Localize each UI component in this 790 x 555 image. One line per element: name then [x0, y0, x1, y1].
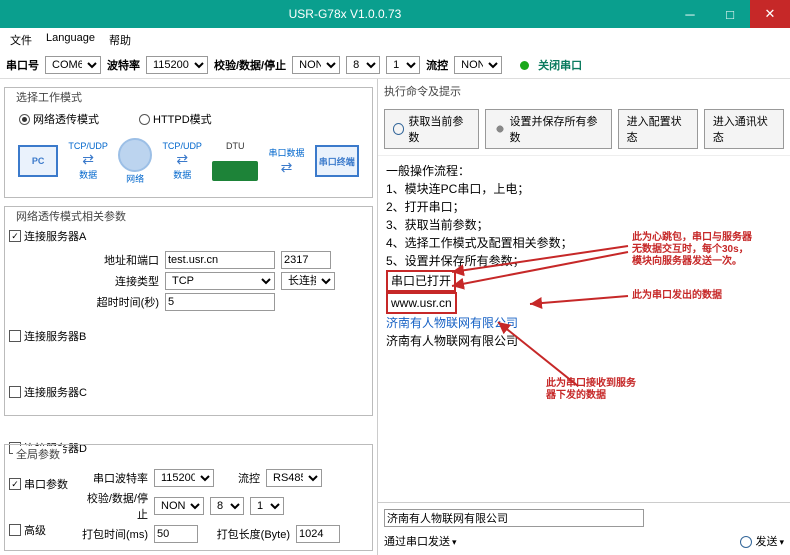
- g-db-select[interactable]: 8: [210, 497, 244, 515]
- recv-data: 济南有人物联网有限公司: [386, 332, 782, 350]
- annotation-2: 此为串口发出的数据: [632, 290, 722, 302]
- menu-language[interactable]: Language: [42, 30, 99, 50]
- globe-icon: [118, 138, 152, 172]
- menu-help[interactable]: 帮助: [105, 30, 135, 50]
- get-params-button[interactable]: 获取当前参数: [384, 109, 479, 149]
- g-baud-select[interactable]: 115200: [154, 469, 214, 487]
- send-button[interactable]: 发送: [755, 536, 777, 548]
- dtu-icon: [212, 161, 258, 181]
- radio-net-mode[interactable]: 网络透传模式: [19, 111, 99, 127]
- baud-select[interactable]: 115200: [146, 56, 208, 74]
- close-port-button[interactable]: 关闭串口: [538, 57, 582, 73]
- serial-params-check[interactable]: ✓串口参数: [9, 476, 68, 492]
- terminal-icon: 串口终端: [315, 145, 359, 177]
- flow-label: 流控: [426, 57, 448, 73]
- pkt-len-input[interactable]: [296, 525, 340, 543]
- search-icon: [393, 123, 404, 135]
- g-sb-select[interactable]: 1: [250, 497, 284, 515]
- annotation-3: 此为串口接收到服务 器下发的数据: [546, 378, 636, 402]
- port-select[interactable]: COM6: [45, 56, 101, 74]
- baud-label: 波特率: [107, 57, 140, 73]
- advanced-check[interactable]: 高级: [9, 522, 68, 538]
- annotation-1: 此为心跳包，串口与服务器 无数据交互时，每个30s， 模块向服务器发送一次。: [632, 232, 752, 268]
- menu-file[interactable]: 文件: [6, 30, 36, 50]
- gear-icon: [494, 123, 505, 135]
- mode-group-title: 选择工作模式: [13, 89, 85, 105]
- close-button[interactable]: ✕: [750, 0, 790, 28]
- maximize-button[interactable]: □: [710, 0, 750, 28]
- heartbeat-box: www.usr.cn: [386, 292, 457, 314]
- flow-select[interactable]: NONE: [454, 56, 502, 74]
- timeout-input[interactable]: [165, 293, 275, 311]
- port-input[interactable]: [281, 251, 331, 269]
- parity-select[interactable]: NONE: [292, 56, 340, 74]
- conn-mode-select[interactable]: 长连接: [281, 272, 335, 290]
- pkt-time-input[interactable]: [154, 525, 198, 543]
- config-mode-button[interactable]: 进入配置状态: [618, 109, 698, 149]
- global-group-title: 全局参数: [13, 446, 63, 462]
- params-group-title: 网络透传模式相关参数: [13, 208, 129, 224]
- status-dot: [520, 61, 529, 70]
- mode-diagram: PC TCP/UDP⇄数据 网络 TCP/UDP⇄数据 DTU 串口数据⇄ 串口…: [9, 129, 368, 193]
- conn-type-select[interactable]: TCP: [165, 272, 275, 290]
- port-label: 串口号: [6, 57, 39, 73]
- right-title: 执行命令及提示: [378, 79, 790, 103]
- stopbits-select[interactable]: 1: [386, 56, 420, 74]
- parity-label: 校验/数据/停止: [214, 57, 286, 73]
- send-icon: [740, 536, 752, 548]
- g-parity-select[interactable]: NONE: [154, 497, 204, 515]
- server-a-check[interactable]: ✓连接服务器A: [9, 228, 368, 244]
- minimize-button[interactable]: ─: [670, 0, 710, 28]
- serial-open-box: 串口已打开: [386, 270, 456, 292]
- comm-mode-button[interactable]: 进入通讯状态: [704, 109, 784, 149]
- send-input[interactable]: [384, 509, 644, 527]
- server-b-check[interactable]: 连接服务器B: [9, 328, 368, 344]
- databits-select[interactable]: 8: [346, 56, 380, 74]
- g-flow-select[interactable]: RS485: [266, 469, 322, 487]
- output-area: 一般操作流程： 1、模块连PC串口，上电； 2、打开串口； 3、获取当前参数； …: [378, 156, 790, 502]
- server-c-check[interactable]: 连接服务器C: [9, 384, 368, 400]
- sent-data: 济南有人物联网有限公司: [386, 314, 782, 332]
- save-params-button[interactable]: 设置并保存所有参数: [485, 109, 611, 149]
- addr-input[interactable]: [165, 251, 275, 269]
- send-mode[interactable]: 通过串口发送: [384, 536, 450, 548]
- window-title: USR-G78x V1.0.0.73: [20, 7, 670, 21]
- pc-icon: PC: [18, 145, 58, 177]
- radio-httpd-mode[interactable]: HTTPD模式: [139, 111, 212, 127]
